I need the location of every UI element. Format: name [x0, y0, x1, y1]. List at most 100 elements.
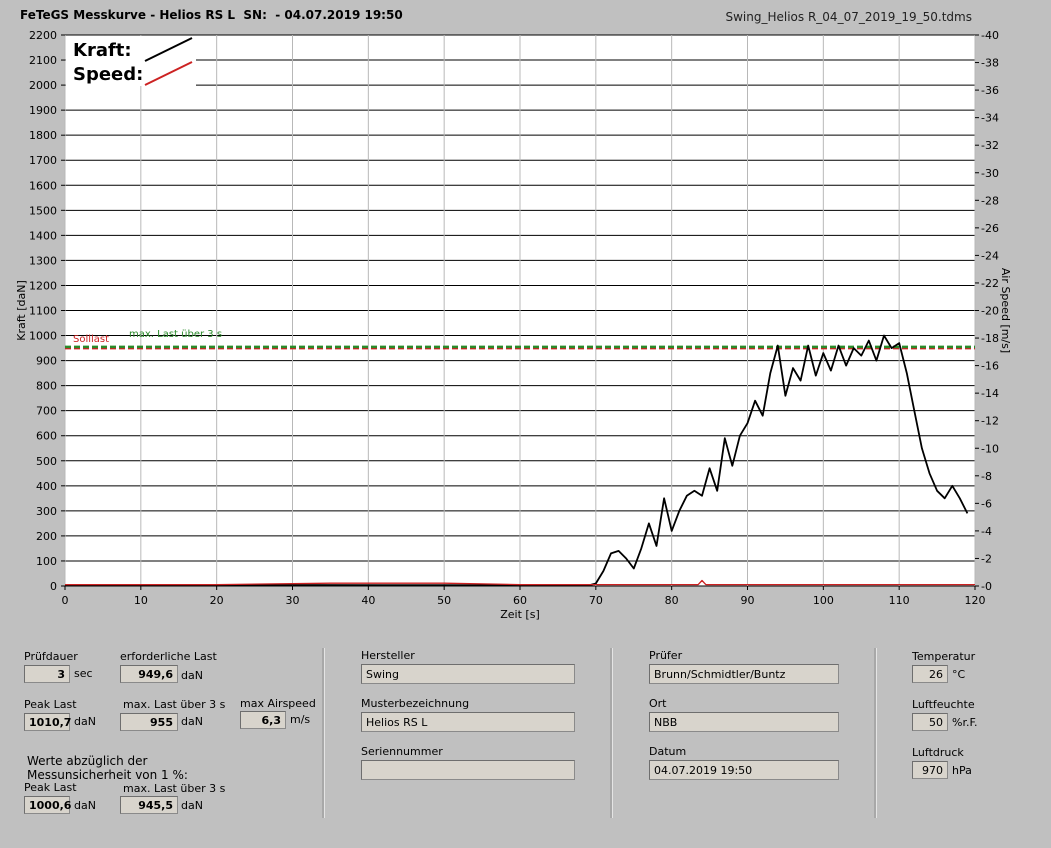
datum-field: 04.07.2019 19:50: [649, 760, 839, 780]
y-left-tick-label: 1000: [29, 330, 57, 343]
y-right-tick-label: -10: [981, 442, 999, 455]
x-tick-label: 100: [813, 594, 834, 607]
y-right-tick-label: -6: [981, 497, 992, 510]
peak-last-value: 1010,7: [24, 713, 71, 731]
x-tick-label: 90: [741, 594, 755, 607]
max-last-unit: daN: [181, 715, 203, 728]
legend-label: Speed:: [73, 64, 143, 85]
seriennummer-label: Seriennummer: [361, 745, 443, 758]
hersteller-label: Hersteller: [361, 649, 415, 662]
y-left-tick-label: 600: [36, 430, 57, 443]
y-left-axis-label: Kraft [daN]: [15, 280, 28, 341]
erforderliche-last-label: erforderliche Last: [120, 650, 217, 663]
max-last-corr-value: 945,5: [120, 796, 178, 814]
luftdruck-label: Luftdruck: [912, 746, 964, 759]
y-right-tick-label: -18: [981, 332, 999, 345]
y-left-tick-label: 1600: [29, 179, 57, 192]
x-tick-label: 40: [361, 594, 375, 607]
y-right-tick-label: -0: [981, 580, 992, 593]
max-last-corr-unit: daN: [181, 799, 203, 812]
y-right-tick-label: -22: [981, 277, 999, 290]
hersteller-field: Swing: [361, 664, 575, 684]
separator: [610, 648, 613, 818]
legend: Kraft: Speed:: [66, 36, 196, 86]
max-last-corr-label: max. Last über 3 s: [123, 782, 226, 795]
y-left-tick-label: 900: [36, 355, 57, 368]
max-airspeed-label: max Airspeed: [240, 697, 316, 710]
musterbezeichnung-field: Helios RS L: [361, 712, 575, 732]
peak-last-corr-unit: daN: [74, 799, 96, 812]
y-right-tick-label: -20: [981, 305, 999, 318]
x-tick-label: 50: [437, 594, 451, 607]
peak-last-label: Peak Last: [24, 698, 77, 711]
max-airspeed-unit: m/s: [290, 713, 311, 726]
y-right-tick-label: -38: [981, 57, 999, 70]
y-left-tick-label: 1800: [29, 129, 57, 142]
y-right-tick-label: -26: [981, 222, 999, 235]
y-right-tick-label: -28: [981, 194, 999, 207]
y-left-tick-label: 200: [36, 530, 57, 543]
pruefdauer-unit: sec: [74, 667, 93, 680]
y-right-tick-label: -32: [981, 139, 999, 152]
x-tick-label: 10: [134, 594, 148, 607]
y-right-tick-label: -36: [981, 84, 999, 97]
y-right-tick-label: -2: [981, 552, 992, 565]
y-left-tick-label: 1300: [29, 254, 57, 267]
luftfeuchte-value: 50: [912, 713, 948, 731]
y-right-tick-label: -12: [981, 415, 999, 428]
y-left-tick-label: 2000: [29, 79, 57, 92]
separator: [874, 648, 877, 818]
werte-note-line2: Messunsicherheit von 1 %:: [27, 768, 188, 782]
peak-last-unit: daN: [74, 715, 96, 728]
ort-label: Ort: [649, 697, 667, 710]
y-right-tick-label: -14: [981, 387, 999, 400]
y-right-tick-label: -24: [981, 249, 999, 262]
y-left-tick-label: 500: [36, 455, 57, 468]
x-tick-label: 60: [513, 594, 527, 607]
legend-label: Kraft:: [73, 40, 132, 61]
y-right-tick-label: -40: [981, 29, 999, 42]
max-last-value: 955: [120, 713, 178, 731]
y-left-tick-label: 700: [36, 405, 57, 418]
x-tick-label: 70: [589, 594, 603, 607]
pruefer-field: Brunn/Schmidtler/Buntz: [649, 664, 839, 684]
pruefdauer-value: 3: [24, 665, 70, 683]
luftfeuchte-unit: %r.F.: [952, 716, 978, 729]
x-tick-label: 110: [889, 594, 910, 607]
peak-last-corr-value: 1000,6: [24, 796, 71, 814]
temperatur-unit: °C: [952, 668, 966, 681]
luftdruck-value: 970: [912, 761, 948, 779]
y-left-tick-label: 800: [36, 380, 57, 393]
pruefer-label: Prüfer: [649, 649, 683, 662]
erforderliche-last-unit: daN: [181, 669, 203, 682]
y-right-tick-label: -16: [981, 360, 999, 373]
separator: [322, 648, 325, 818]
x-tick-label: 120: [965, 594, 986, 607]
y-left-tick-label: 400: [36, 480, 57, 493]
y-right-tick-label: -8: [981, 470, 992, 483]
seriennummer-field: [361, 760, 575, 780]
peak-last-corr-label: Peak Last: [24, 781, 77, 794]
y-left-tick-label: 1700: [29, 154, 57, 167]
y-left-tick-label: 1900: [29, 104, 57, 117]
y-right-tick-label: -34: [981, 112, 999, 125]
temperatur-value: 26: [912, 665, 948, 683]
y-left-tick-label: 2200: [29, 29, 57, 42]
datum-label: Datum: [649, 745, 687, 758]
max-last-label: max. Last über 3 s: [123, 698, 226, 711]
x-tick-label: 0: [62, 594, 69, 607]
luftfeuchte-label: Luftfeuchte: [912, 698, 975, 711]
y-left-tick-label: 1200: [29, 279, 57, 292]
x-tick-label: 30: [286, 594, 300, 607]
reference-label: Solllast: [73, 334, 109, 345]
pruefdauer-label: Prüfdauer: [24, 650, 78, 663]
y-left-tick-label: 1500: [29, 204, 57, 217]
x-tick-label: 80: [665, 594, 679, 607]
ort-field: NBB: [649, 712, 839, 732]
y-left-tick-label: 300: [36, 505, 57, 518]
x-tick-label: 20: [210, 594, 224, 607]
werte-note-line1: Werte abzüglich der: [27, 754, 148, 768]
chart: Solllast max. Last über 3 s 0100200300400…: [15, 29, 1012, 621]
y-left-tick-label: 0: [50, 580, 57, 593]
reference-label: max. Last über 3 s: [129, 329, 222, 340]
